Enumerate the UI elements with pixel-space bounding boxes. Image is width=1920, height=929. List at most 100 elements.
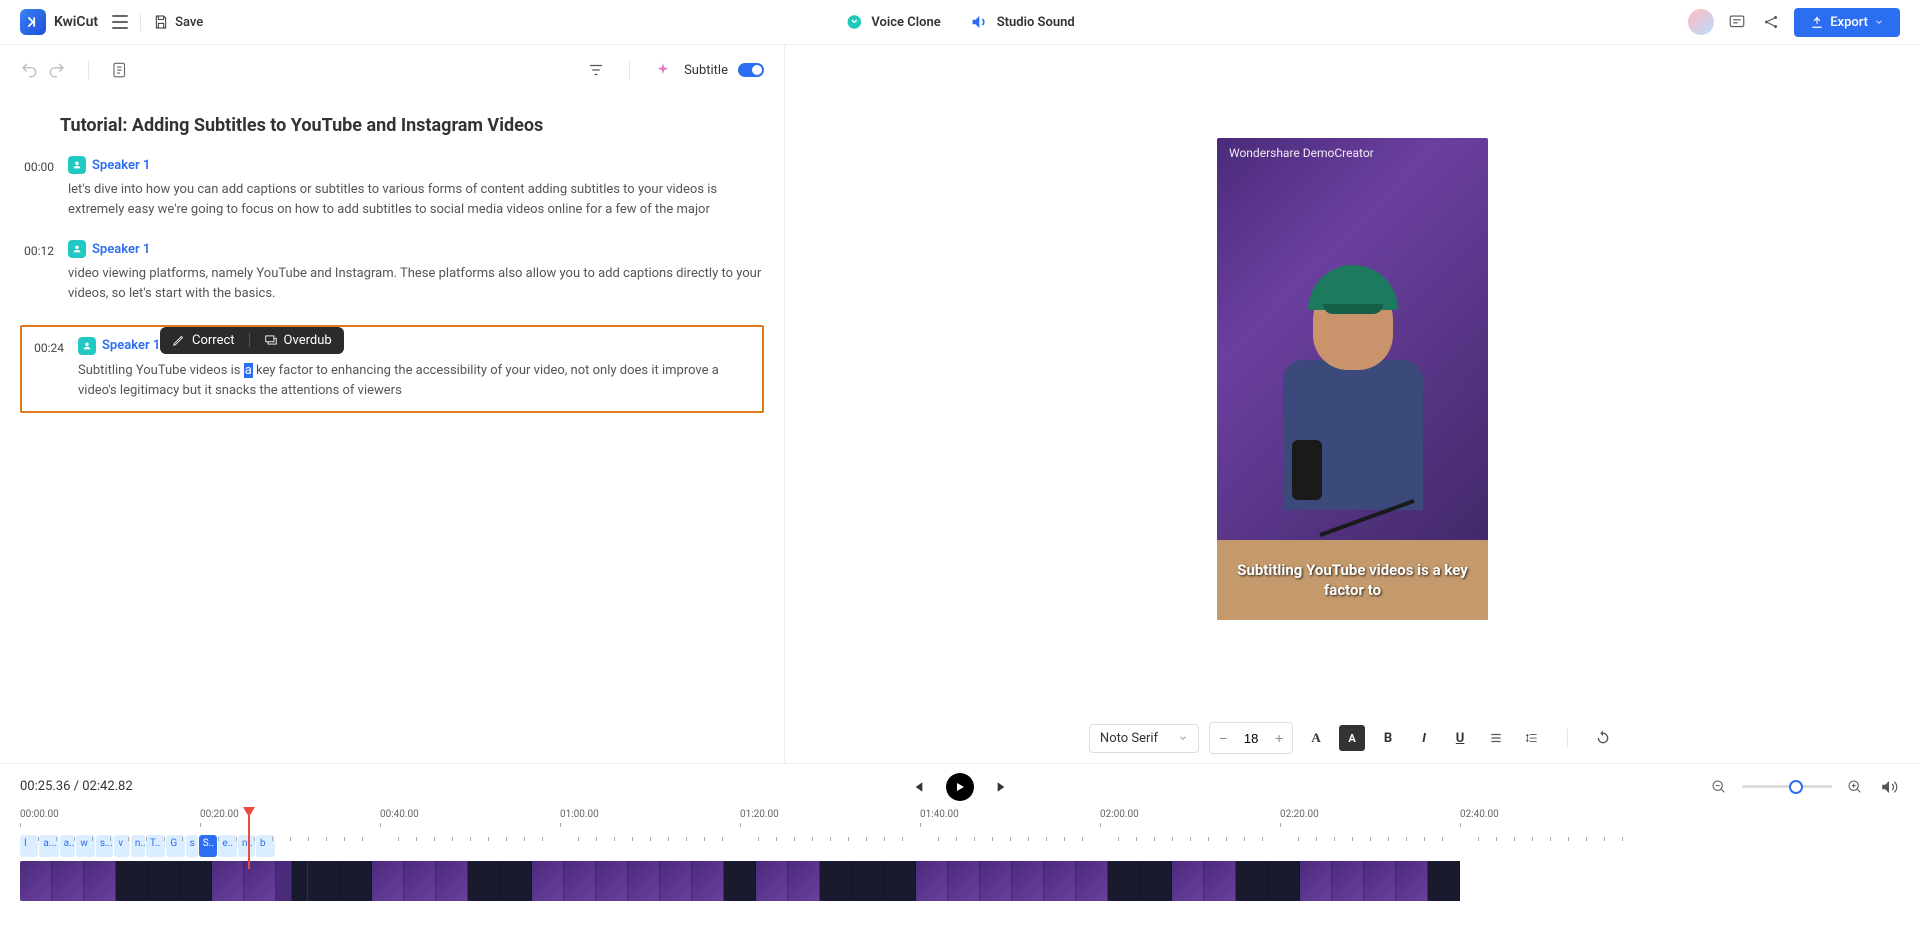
word-chip[interactable]: S.. — [199, 835, 218, 857]
studio-sound-button[interactable]: Studio Sound — [971, 13, 1075, 31]
video-thumbnail[interactable] — [436, 861, 468, 901]
zoom-in-button[interactable] — [1844, 776, 1866, 798]
video-thumbnail[interactable] — [724, 861, 756, 901]
video-thumbnail[interactable] — [596, 861, 628, 901]
video-thumbnail[interactable] — [1076, 861, 1108, 901]
speaker-name[interactable]: Speaker 1 — [92, 242, 150, 257]
share-button[interactable] — [1760, 11, 1782, 33]
video-thumbnail[interactable] — [180, 861, 212, 901]
voice-clone-button[interactable]: Voice Clone — [845, 13, 940, 31]
video-preview[interactable]: Wondershare DemoCreator Subtitling YouTu… — [1217, 138, 1488, 620]
video-thumbnail[interactable] — [372, 861, 404, 901]
font-size-input[interactable] — [1236, 731, 1266, 746]
notes-button[interactable] — [111, 61, 129, 79]
video-thumbnail[interactable] — [52, 861, 84, 901]
text-color-button[interactable]: A — [1303, 725, 1329, 751]
menu-button[interactable] — [112, 15, 128, 29]
word-track[interactable]: Ia...a...ws...vn..T..GsS..e..n..b — [20, 835, 1900, 857]
video-thumbnail[interactable] — [692, 861, 724, 901]
video-thumbnail[interactable] — [116, 861, 148, 901]
video-thumbnail[interactable] — [308, 861, 340, 901]
video-thumbnail[interactable] — [1044, 861, 1076, 901]
video-thumbnail[interactable] — [1012, 861, 1044, 901]
undo-button[interactable] — [20, 61, 38, 79]
video-thumbnail[interactable] — [1204, 861, 1236, 901]
block-text[interactable]: Subtitling YouTube videos is a key facto… — [78, 361, 754, 401]
video-thumbnail[interactable] — [84, 861, 116, 901]
video-thumbnail[interactable] — [756, 861, 788, 901]
zoom-out-button[interactable] — [1708, 776, 1730, 798]
play-button[interactable] — [946, 773, 974, 801]
video-track[interactable] — [20, 861, 1482, 901]
save-button[interactable]: Save — [153, 14, 203, 30]
text-bg-button[interactable]: A — [1339, 725, 1365, 751]
bold-button[interactable]: B — [1375, 725, 1401, 751]
speaker-name[interactable]: Speaker 1 — [92, 158, 150, 173]
video-thumbnail[interactable] — [532, 861, 564, 901]
video-thumbnail[interactable] — [1108, 861, 1140, 901]
video-thumbnail[interactable] — [468, 861, 500, 901]
video-thumbnail[interactable] — [1332, 861, 1364, 901]
playhead[interactable] — [248, 809, 250, 869]
align-button[interactable] — [1483, 725, 1509, 751]
video-thumbnail[interactable] — [820, 861, 852, 901]
transcript-block[interactable]: 00:12 Speaker 1 video viewing platforms,… — [20, 240, 764, 304]
export-button[interactable]: Export — [1794, 8, 1900, 37]
user-avatar[interactable] — [1688, 9, 1714, 35]
video-thumbnail[interactable] — [1172, 861, 1204, 901]
video-thumbnail[interactable] — [1236, 861, 1268, 901]
ai-button[interactable] — [652, 59, 674, 81]
video-thumbnail[interactable] — [884, 861, 916, 901]
zoom-slider[interactable] — [1742, 785, 1832, 788]
video-thumbnail[interactable] — [148, 861, 180, 901]
word-chip[interactable]: I — [20, 835, 38, 857]
word-chip[interactable]: T.. — [146, 835, 165, 857]
video-thumbnail[interactable] — [212, 861, 244, 901]
video-thumbnail[interactable] — [1300, 861, 1332, 901]
video-thumbnail[interactable] — [404, 861, 436, 901]
video-thumbnail[interactable] — [852, 861, 884, 901]
video-thumbnail[interactable] — [340, 861, 372, 901]
video-thumbnail[interactable] — [788, 861, 820, 901]
block-text[interactable]: video viewing platforms, namely YouTube … — [68, 264, 764, 304]
correct-button[interactable]: Correct — [172, 333, 235, 348]
video-thumbnail[interactable] — [1140, 861, 1172, 901]
video-thumbnail[interactable] — [20, 861, 52, 901]
video-thumbnail[interactable] — [660, 861, 692, 901]
volume-button[interactable] — [1878, 776, 1900, 798]
block-text[interactable]: let's dive into how you can add captions… — [68, 180, 764, 220]
timeline[interactable]: 00:00.0000:20.0000:40.0001:00.0001:20.00… — [0, 809, 1920, 929]
word-chip[interactable]: a... — [60, 835, 76, 857]
transcript-block[interactable]: 00:00 Speaker 1 let's dive into how you … — [20, 156, 764, 220]
prev-button[interactable] — [906, 776, 928, 798]
word-chip[interactable]: n.. — [131, 835, 145, 857]
video-thumbnail[interactable] — [500, 861, 532, 901]
video-thumbnail[interactable] — [980, 861, 1012, 901]
video-thumbnail[interactable] — [916, 861, 948, 901]
video-thumbnail[interactable] — [564, 861, 596, 901]
feedback-button[interactable] — [1726, 11, 1748, 33]
filter-button[interactable] — [585, 59, 607, 81]
reset-button[interactable] — [1590, 725, 1616, 751]
video-thumbnail[interactable] — [1396, 861, 1428, 901]
video-thumbnail[interactable] — [948, 861, 980, 901]
font-size-increase[interactable]: + — [1266, 723, 1292, 753]
word-chip[interactable]: s — [186, 835, 198, 857]
italic-button[interactable]: I — [1411, 725, 1437, 751]
subtitle-toggle[interactable] — [738, 63, 764, 77]
font-size-decrease[interactable]: − — [1210, 723, 1236, 753]
line-height-button[interactable] — [1519, 725, 1545, 751]
video-thumbnail[interactable] — [276, 861, 308, 901]
video-thumbnail[interactable] — [628, 861, 660, 901]
redo-button[interactable] — [48, 61, 66, 79]
word-chip[interactable]: n.. — [238, 835, 255, 857]
next-button[interactable] — [992, 776, 1014, 798]
timeline-ruler[interactable]: 00:00.0000:20.0000:40.0001:00.0001:20.00… — [20, 809, 1900, 829]
word-chip[interactable]: e.. — [218, 835, 237, 857]
video-thumbnail[interactable] — [1268, 861, 1300, 901]
underline-button[interactable]: U — [1447, 725, 1473, 751]
speaker-name[interactable]: Speaker 1 — [102, 338, 160, 353]
transcript-block-selected[interactable]: Correct Overdub 00:24 Speaker 1 Subtitli… — [20, 325, 764, 413]
video-thumbnail[interactable] — [1428, 861, 1460, 901]
video-thumbnail[interactable] — [1364, 861, 1396, 901]
